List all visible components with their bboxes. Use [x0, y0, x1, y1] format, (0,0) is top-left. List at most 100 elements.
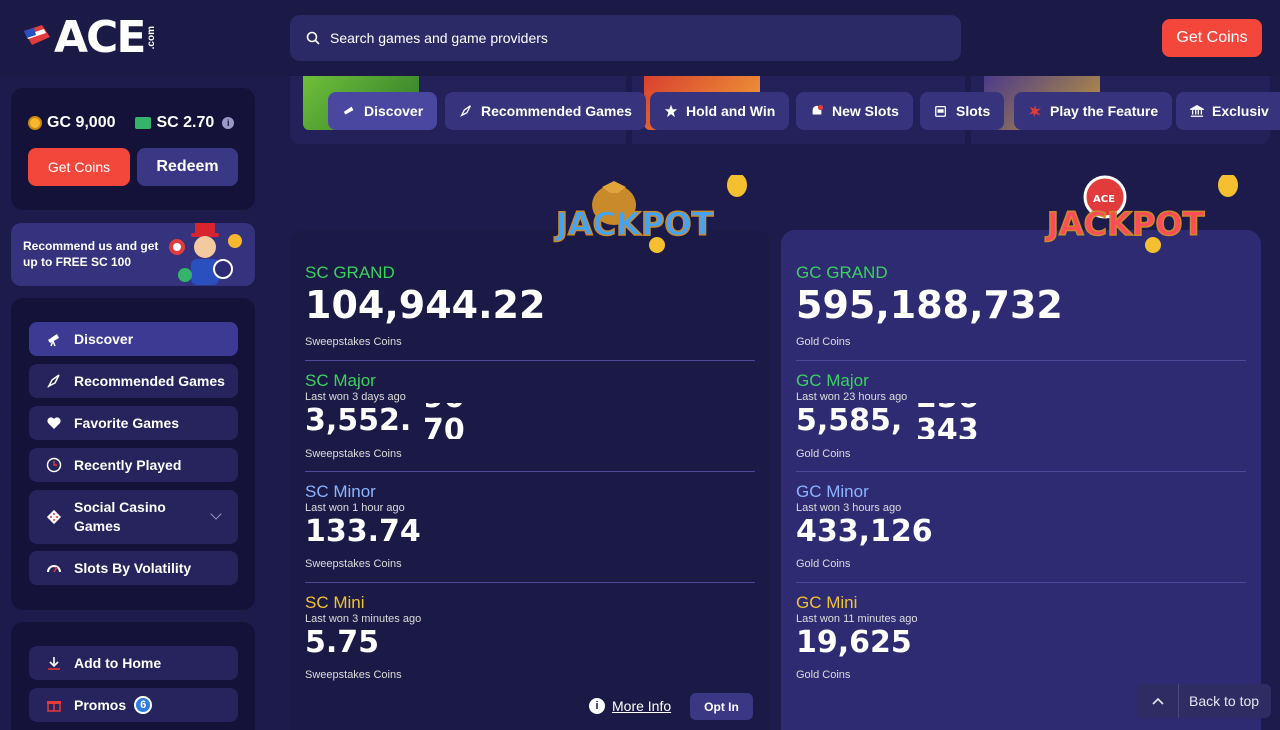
tab-hold-and-win[interactable]: Hold and Win [650, 92, 790, 130]
tier-name: GC Mini [796, 593, 858, 612]
tier-value: 595,188,732 [796, 283, 1063, 327]
tier-major: GC Major Last won 23 hours ago 5,585, 25… [796, 371, 1246, 439]
tier-grand: GC GRAND 595,188,732 [796, 263, 1246, 324]
tier-name: GC Minor [796, 482, 869, 501]
last-won-text: Last won 11 minutes ago [796, 613, 918, 625]
sidebar-item-recently-played[interactable]: Recently Played [29, 448, 238, 482]
tier-unit: Gold Coins [796, 336, 851, 348]
tier-unit: Sweepstakes Coins [305, 448, 402, 460]
gc-jackpot-panel: ACE JACKPOT GC GRAND 595,188,732 Gold Co… [781, 175, 1261, 730]
tab-label: Slots [956, 103, 991, 119]
tier-value-rolling: 256 [916, 403, 979, 413]
sidebar-item-promos[interactable]: Promos 6 [29, 688, 238, 722]
more-info-link[interactable]: i More Info [589, 698, 671, 714]
tab-label: New Slots [832, 103, 899, 119]
rocket-icon [45, 372, 63, 390]
tier-value-rolling: 90 [423, 403, 465, 413]
referral-banner[interactable]: Recommend us and get up to FREE SC 100 [11, 223, 255, 286]
burst-icon [1028, 104, 1042, 118]
redeem-button[interactable]: Redeem [137, 148, 238, 186]
sidebar-item-label: Discover [74, 331, 134, 347]
logo-text: ACE [54, 12, 146, 63]
tier-unit: Gold Coins [796, 448, 851, 460]
jackpot-logo: ACE JACKPOT [1044, 175, 1238, 253]
tab-label: Hold and Win [686, 103, 776, 119]
tab-label: Play the Feature [1050, 103, 1159, 119]
rocket-icon [459, 104, 473, 118]
tier-unit: Gold Coins [796, 558, 851, 570]
sidebar-item-label: Recently Played [74, 457, 182, 473]
more-info-label: More Info [612, 698, 672, 714]
jackpot-logo: JACKPOT [553, 175, 747, 253]
chevron-up-icon [1137, 684, 1179, 718]
tier-value-roller: 3,552. 90 70 [305, 403, 755, 439]
logo-suffix: .com [146, 26, 158, 50]
search-input[interactable]: Search games and game providers [290, 15, 961, 61]
get-coins-button[interactable]: Get Coins [1162, 19, 1262, 57]
tab-label: Discover [364, 103, 424, 119]
sc-jackpot-panel: JACKPOT SC GRAND 104,944.22 Sweepstakes … [290, 175, 770, 730]
tab-new-slots[interactable]: New Slots [796, 92, 913, 130]
search-placeholder: Search games and game providers [330, 30, 548, 46]
info-icon[interactable]: i [222, 117, 235, 129]
tab-recommended[interactable]: Recommended Games [445, 92, 646, 130]
tab-exclusive[interactable]: Exclusiv [1176, 92, 1280, 130]
divider [796, 471, 1246, 472]
tab-label: Exclusiv [1212, 103, 1269, 119]
tier-value-rolling: 70 [423, 413, 465, 440]
tier-grand: SC GRAND 104,944.22 [305, 263, 755, 324]
divider [796, 360, 1246, 361]
last-won-text: Last won 23 hours ago [796, 391, 908, 403]
flag-icon [24, 25, 50, 45]
tier-value: 3,552. [305, 403, 412, 438]
top-header: ACE .com Search games and game providers… [0, 0, 1280, 76]
sidebar-item-label: Favorite Games [74, 415, 180, 431]
tier-value: 104,944.22 [305, 283, 546, 327]
telescope-icon [45, 330, 63, 348]
jackpot-logo-text: JACKPOT [1045, 205, 1205, 243]
promos-count-badge: 6 [134, 696, 153, 714]
gauge-icon [45, 559, 63, 577]
tier-value-roller: 5,585, 256 343 [796, 403, 1246, 439]
sidebar-item-discover[interactable]: Discover [29, 322, 238, 356]
info-icon: i [589, 698, 605, 714]
tier-name: SC Minor [305, 482, 376, 501]
sidebar-item-label: Slots By Volatility [74, 560, 192, 576]
dice-icon [45, 508, 63, 526]
tab-slots[interactable]: Slots [920, 92, 1005, 130]
sidebar-item-volatility[interactable]: Slots By Volatility [29, 551, 238, 585]
tier-major: SC Major Last won 3 days ago 3,552. 90 7… [305, 371, 755, 439]
sidebar-item-favorites[interactable]: Favorite Games [29, 406, 238, 440]
tab-discover[interactable]: Discover [328, 92, 438, 130]
tier-unit: Gold Coins [796, 669, 851, 681]
ace-logo[interactable]: ACE .com [22, 14, 157, 62]
last-won-text: Last won 3 hours ago [796, 502, 902, 514]
svg-text:ACE: ACE [1093, 194, 1115, 205]
sidebar-secondary: Add to Home Promos 6 [11, 622, 255, 730]
heart-icon [45, 414, 63, 432]
star-icon [664, 104, 678, 118]
tier-name: SC Mini [305, 593, 365, 612]
tier-value: 5,585, [796, 403, 903, 438]
jackpot-logo-text: JACKPOT [554, 205, 714, 243]
opt-in-button[interactable]: Opt In [690, 693, 753, 720]
sidebar-item-recommended[interactable]: Recommended Games [29, 364, 238, 398]
gold-coin-icon [28, 116, 42, 130]
sidebar-item-social-casino[interactable]: Social Casino Games [29, 490, 238, 544]
sidebar-item-add-to-home[interactable]: Add to Home [29, 646, 238, 680]
search-icon [306, 31, 320, 45]
tab-label: Recommended Games [481, 103, 632, 119]
divider [796, 582, 1246, 583]
tier-unit: Sweepstakes Coins [305, 669, 402, 681]
wallet-get-coins-button[interactable]: Get Coins [28, 148, 130, 186]
back-to-top-button[interactable]: Back to top [1137, 684, 1271, 718]
tier-mini: SC Mini Last won 3 minutes ago 5.75 [305, 593, 755, 658]
tier-value: 5.75 [305, 625, 380, 660]
tier-value: 133.74 [305, 514, 421, 549]
tier-minor: GC Minor Last won 3 hours ago 433,126 [796, 482, 1246, 547]
tier-name: GC GRAND [796, 263, 888, 282]
last-won-text: Last won 3 minutes ago [305, 613, 422, 625]
divider [305, 360, 755, 361]
tab-play-the-feature[interactable]: Play the Feature [1014, 92, 1173, 130]
clock-icon [45, 456, 63, 474]
